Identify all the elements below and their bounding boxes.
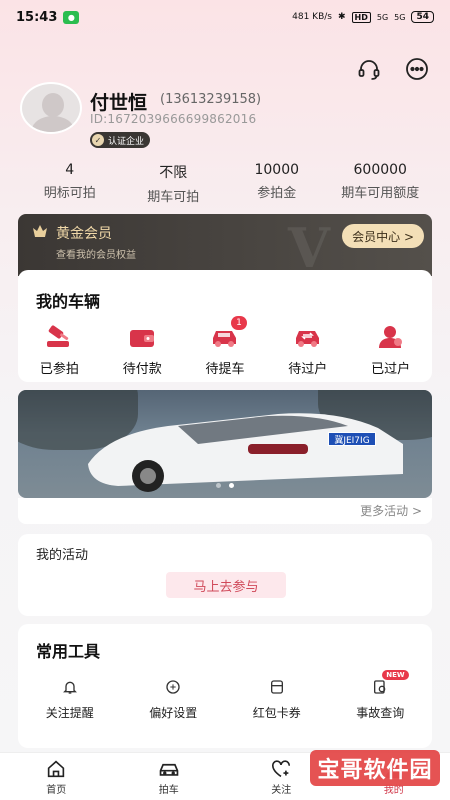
signal-5g-2: 5G — [394, 12, 406, 22]
promo-banner[interactable]: 冀JEI7IG — [18, 390, 432, 498]
status-indicators: 481 KB/s ✱ HD 5G 5G 54 — [292, 11, 434, 23]
car-transfer-icon — [293, 324, 323, 350]
stat-item[interactable]: 4 明标可拍 — [18, 162, 122, 205]
car-icon — [158, 759, 180, 779]
tool-follow-reminder[interactable]: 关注提醒 — [18, 676, 122, 721]
vehicle-status-label: 已过户 — [371, 362, 411, 377]
enterprise-badge: ✓ 认证企业 — [90, 132, 151, 148]
battery-indicator: 54 — [411, 11, 434, 23]
tool-preferences[interactable]: 偏好设置 — [122, 676, 226, 721]
vip-subtitle: 查看我的会员权益 — [56, 250, 136, 261]
hd-badge: HD — [351, 11, 371, 23]
heart-plus-icon — [270, 759, 292, 779]
vehicle-status-pickup[interactable]: 1 待提车 — [184, 316, 267, 377]
tool-coupons[interactable]: 红包卡券 — [225, 676, 329, 721]
my-vehicles-card: 我的车辆 已参拍 待付款 1 待提车 待过户 已过户 — [18, 270, 432, 382]
vehicle-status-label: 已参拍 — [39, 362, 79, 377]
more-activities-link[interactable]: 更多活动 > — [360, 502, 422, 519]
stat-label: 明标可拍 — [43, 186, 96, 201]
tool-label: 关注提醒 — [45, 706, 94, 720]
user-name: 付世恒 — [90, 92, 148, 114]
vehicle-status-label: 待付款 — [122, 362, 162, 377]
site-watermark-logo: 宝哥软件园 — [310, 750, 440, 786]
car-image — [88, 413, 403, 492]
status-time: 15:43 — [16, 9, 58, 25]
tool-accident-query[interactable]: NEW 事故查询 — [329, 670, 433, 721]
more-activities-strip: 更多活动 > — [18, 498, 432, 524]
tab-auction[interactable]: 拍车 — [113, 753, 226, 800]
vehicle-status-bidded[interactable]: 已参拍 — [18, 324, 101, 377]
status-bar: 15:43 ● 481 KB/s ✱ HD 5G 5G 54 — [0, 0, 450, 34]
coupon-icon — [266, 676, 288, 698]
count-badge: 1 — [230, 316, 247, 330]
member-center-button[interactable]: 会员中心 > — [342, 224, 424, 248]
crown-icon — [33, 225, 47, 237]
stat-value: 10000 — [254, 162, 300, 178]
wechat-icon: ● — [63, 10, 80, 24]
stat-item[interactable]: 不限 期车可拍 — [122, 162, 226, 205]
stat-label: 期车可用额度 — [341, 186, 420, 201]
user-done-icon — [376, 324, 406, 350]
tool-label: 事故查询 — [356, 706, 405, 720]
tab-label: 拍车 — [158, 785, 179, 796]
new-tag: NEW — [382, 670, 409, 680]
user-phone: (13613239158) — [160, 92, 262, 107]
join-now-button[interactable]: 马上去参与 — [166, 572, 286, 598]
net-speed: 481 KB/s — [292, 12, 332, 22]
tab-home[interactable]: 首页 — [0, 753, 113, 800]
vehicle-status-transfer[interactable]: 待过户 — [266, 324, 349, 377]
account-stats: 4 明标可拍 不限期车可拍 10000 参拍金 600000 期车可用额度 — [18, 162, 432, 205]
preference-icon — [162, 676, 184, 698]
avatar[interactable] — [20, 82, 82, 134]
gavel-icon — [44, 324, 74, 350]
section-title: 常用工具 — [36, 642, 101, 661]
stat-value: 600000 — [353, 162, 407, 178]
vip-watermark: V — [288, 216, 330, 276]
tool-label: 红包卡券 — [252, 706, 301, 720]
headset-icon[interactable] — [356, 56, 382, 82]
top-actions — [356, 56, 430, 82]
stat-item[interactable]: 10000 参拍金 — [225, 162, 329, 205]
my-activity-card: 我的活动 马上去参与 — [18, 534, 432, 616]
tab-label: 首页 — [46, 785, 67, 796]
stat-label: 参拍金 — [257, 186, 297, 201]
signal-5g-1: 5G — [376, 12, 389, 22]
activity-title: 我的活动 — [36, 548, 89, 563]
verified-icon: ✓ — [92, 134, 104, 146]
vehicle-status-transferred[interactable]: 已过户 — [349, 324, 432, 377]
vehicle-status-unpaid[interactable]: 待付款 — [101, 324, 184, 377]
vip-banner[interactable]: 黄金会员 查看我的会员权益 V 会员中心 > — [18, 214, 432, 276]
stat-label: 期车可拍 — [147, 190, 200, 205]
tool-label: 偏好设置 — [149, 706, 198, 720]
message-icon[interactable] — [404, 56, 430, 82]
stat-item[interactable]: 600000 期车可用额度 — [329, 162, 433, 205]
wallet-icon — [127, 324, 157, 350]
vip-title: 黄金会员 — [56, 226, 112, 242]
badge-label: 认证企业 — [108, 136, 145, 147]
stat-value: 不限 — [159, 165, 188, 181]
tools-card: 常用工具 关注提醒 偏好设置 红包卡券 NEW 事故查询 — [18, 624, 432, 748]
home-icon — [45, 759, 67, 779]
vehicle-status-label: 待过户 — [288, 362, 328, 377]
user-id: ID:1672039666699862016 — [90, 112, 257, 126]
carousel-dots[interactable] — [216, 483, 234, 488]
bell-icon — [59, 676, 81, 698]
bluetooth-icon: ✱ — [337, 12, 346, 22]
license-plate: 冀JEI7IG — [328, 432, 376, 446]
profile-header: 付世恒 (13613239158) ID:1672039666699862016… — [20, 82, 440, 148]
vehicle-status-label: 待提车 — [205, 362, 245, 377]
section-title: 我的车辆 — [36, 292, 101, 311]
stat-value: 4 — [65, 162, 75, 178]
